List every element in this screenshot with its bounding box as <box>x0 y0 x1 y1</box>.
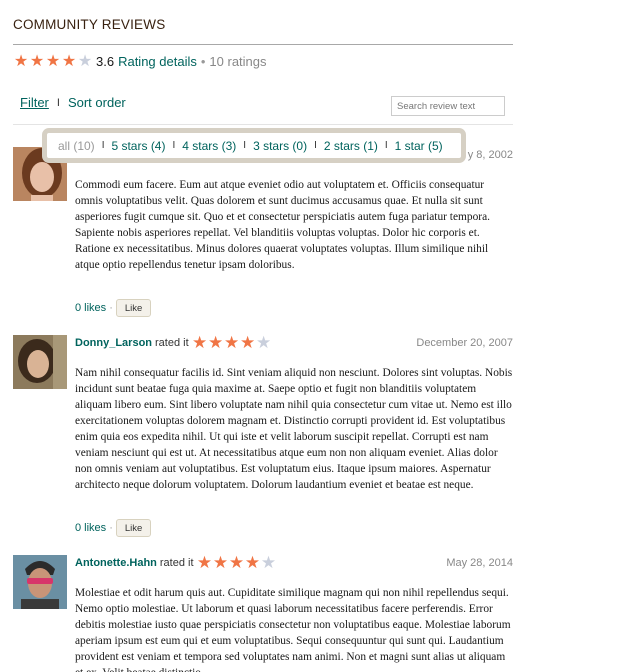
star-empty-icon: ★ <box>260 553 277 573</box>
filter-option-3-stars[interactable]: 3 stars (0) <box>253 139 307 153</box>
review-item: Donny_Larson rated it ★ ★ ★ ★ ★ December 20,… <box>13 335 513 543</box>
filter-separator: I <box>314 140 317 151</box>
filter-option-all[interactable]: all (10) <box>58 139 95 153</box>
review-date: May 28, 2014 <box>446 557 513 569</box>
review-header: Donny_Larson rated it ★ ★ ★ ★ ★ <box>75 333 272 353</box>
summary-separator: • <box>200 53 206 69</box>
likes-separator: · <box>109 302 113 314</box>
review-rating-stars: ★ ★ ★ ★ ★ <box>192 333 272 353</box>
search-review-input[interactable] <box>391 96 505 116</box>
sort-order-link[interactable]: Sort order <box>68 95 126 110</box>
title-divider <box>13 44 513 45</box>
review-header: Antonette.Hahn rated it ★ ★ ★ ★ ★ <box>75 553 277 573</box>
filter-option-5-stars[interactable]: 5 stars (4) <box>111 139 165 153</box>
review-date: y 8, 2002 <box>467 149 513 161</box>
like-button[interactable]: Like <box>115 519 152 537</box>
rated-it-label: rated it <box>155 337 189 349</box>
likes-separator: · <box>109 522 113 534</box>
reviewer-name-link[interactable]: Donny_Larson <box>75 337 152 349</box>
star-empty-icon: ★ <box>256 333 272 353</box>
review-text: Commodi eum facere. Eum aut atque evenie… <box>75 179 490 271</box>
reviewer-avatar[interactable] <box>13 335 67 389</box>
rating-details-link[interactable]: Rating details <box>118 54 197 69</box>
star-filled-icon: ★ <box>61 51 77 70</box>
star-filled-icon: ★ <box>196 553 213 573</box>
like-button[interactable]: Like <box>115 299 152 317</box>
reviewer-name-link[interactable]: Antonette.Hahn <box>75 557 157 569</box>
toolbar-separator: I <box>56 96 60 109</box>
review-likes-row: 0 likes · Like <box>75 519 152 537</box>
likes-count-link[interactable]: 0 likes <box>75 522 106 534</box>
review-text: Molestiae et odit harum quis aut. Cupidi… <box>75 587 511 672</box>
filter-separator: I <box>243 140 247 151</box>
filter-link[interactable]: Filter <box>20 95 49 110</box>
rating-summary: ★ ★ ★ ★ ★ 3.6 Rating details • 10 ratings <box>13 53 267 69</box>
review-rating-stars: ★ ★ ★ ★ ★ <box>196 553 277 573</box>
rated-it-label: rated it <box>159 557 194 569</box>
filter-separator: I <box>384 140 388 151</box>
star-filled-icon: ★ <box>29 51 45 70</box>
star-filled-icon: ★ <box>208 333 224 353</box>
review-date: December 20, 2007 <box>416 337 513 349</box>
filter-option-4-stars[interactable]: 4 stars (3) <box>182 139 236 153</box>
star-filled-icon: ★ <box>45 51 61 70</box>
star-filled-icon: ★ <box>224 333 240 353</box>
rating-filter-popup: all (10) I 5 stars (4) I 4 stars (3) I 3… <box>42 128 466 163</box>
reviewer-avatar[interactable] <box>13 555 67 609</box>
filter-separator: I <box>101 140 105 151</box>
avatar-photo-icon <box>13 335 67 389</box>
filter-option-2-stars[interactable]: 2 stars (1) <box>324 139 378 153</box>
review-likes-row: 0 likes · Like <box>75 299 152 317</box>
likes-count-link[interactable]: 0 likes <box>75 302 106 314</box>
star-filled-icon: ★ <box>228 553 245 573</box>
star-filled-icon: ★ <box>192 333 208 353</box>
review-item: Antonette.Hahn rated it ★ ★ ★ ★ ★ May 28, 20… <box>13 555 513 672</box>
review-text: Nam nihil consequatur facilis id. Sint v… <box>75 367 513 491</box>
review-item: y 8, 2002 Commodi eum facere. Eum aut at… <box>13 147 513 322</box>
average-rating-stars: ★ ★ ★ ★ ★ <box>13 53 93 69</box>
review-toolbar: Filter I Sort order <box>20 95 126 110</box>
star-filled-icon: ★ <box>13 51 29 70</box>
avatar-photo-icon <box>13 555 67 609</box>
star-empty-icon: ★ <box>77 51 93 70</box>
average-rating-value: 3.6 <box>96 53 115 69</box>
ratings-count: 10 ratings <box>209 53 267 69</box>
toolbar-divider <box>13 124 513 125</box>
star-filled-icon: ★ <box>244 553 261 573</box>
filter-option-1-star[interactable]: 1 star (5) <box>395 139 443 153</box>
section-title: COMMUNITY REVIEWS <box>13 17 166 32</box>
star-filled-icon: ★ <box>212 553 229 573</box>
filter-separator: I <box>172 140 176 151</box>
star-filled-icon: ★ <box>240 333 256 353</box>
